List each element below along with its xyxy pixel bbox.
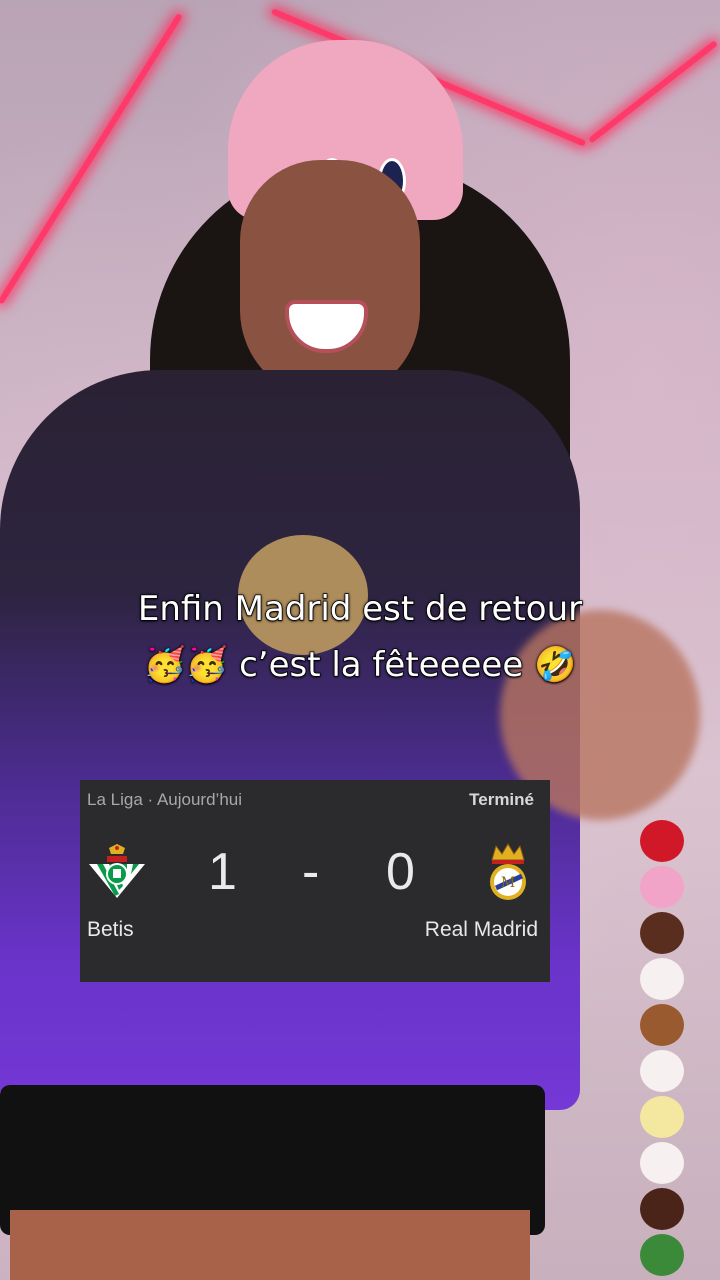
flower — [640, 1096, 684, 1138]
flower — [640, 1188, 684, 1230]
match-score-card: La Liga · Aujourd’hui Terminé 1 - 0 M Be… — [80, 780, 550, 982]
real-madrid-crest-icon: M — [478, 842, 538, 902]
jersey — [0, 370, 580, 1110]
caption-line-1: Enfin Madrid est de retour — [137, 588, 583, 630]
league-date-label: La Liga · Aujourd’hui — [87, 790, 243, 809]
flower — [640, 912, 684, 954]
real-betis-crest-icon — [87, 842, 147, 902]
svg-text:M: M — [501, 875, 515, 891]
legs — [10, 1210, 530, 1280]
away-score: 0 — [386, 843, 415, 901]
away-team-name: Real Madrid — [424, 918, 538, 941]
video-background — [0, 0, 720, 1280]
flower — [640, 1234, 684, 1276]
flower — [640, 820, 684, 862]
flower — [640, 1050, 684, 1092]
flower — [640, 866, 684, 908]
flower — [640, 1142, 684, 1184]
match-status: Terminé — [469, 790, 534, 809]
flower-garland — [640, 820, 690, 1280]
home-team-name: Betis — [87, 918, 134, 941]
caption-line-2: 🥳🥳 c’est la fêteeeee 🤣 — [143, 644, 577, 686]
score-separator: - — [302, 843, 320, 901]
home-score: 1 — [208, 843, 237, 901]
flower — [640, 958, 684, 1000]
flower — [640, 1004, 684, 1046]
face — [240, 160, 420, 400]
